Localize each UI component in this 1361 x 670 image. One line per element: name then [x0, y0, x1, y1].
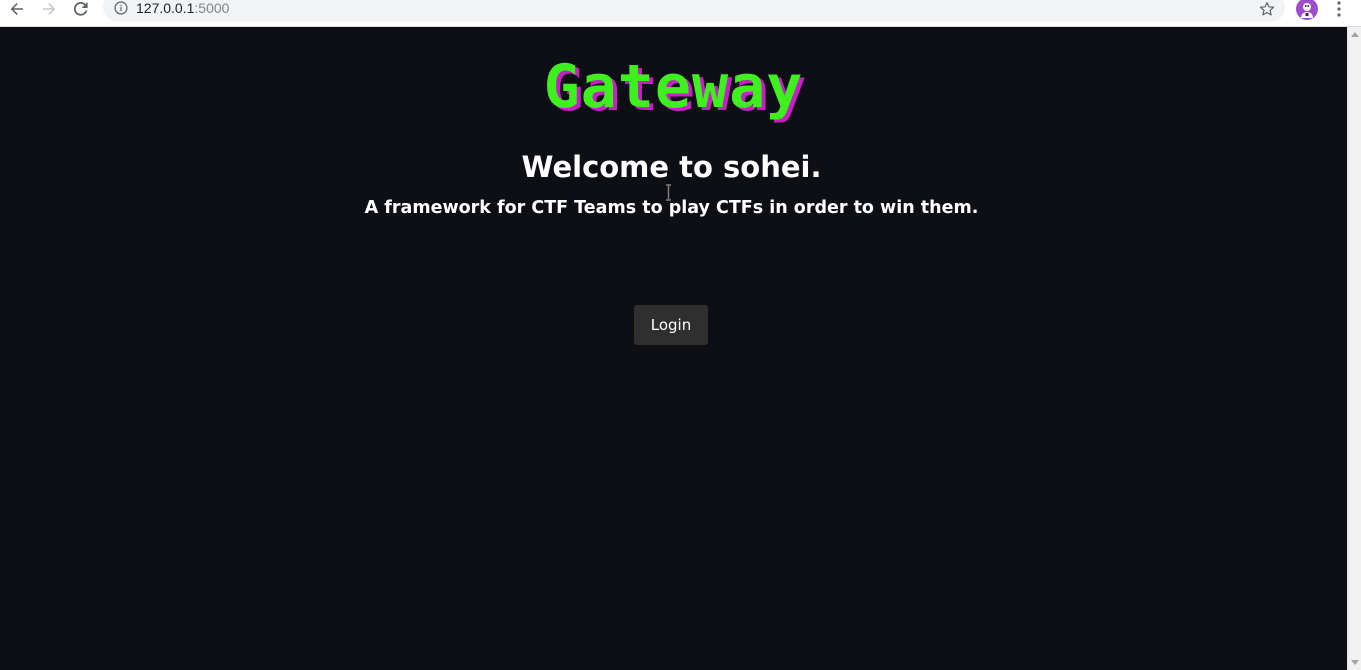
url-port: :5000 — [194, 0, 230, 16]
text-cursor-icon — [666, 184, 671, 201]
scroll-up-arrow-icon[interactable] — [1351, 32, 1359, 37]
browser-toolbar: 127.0.0.1:5000 — [0, 0, 1361, 27]
star-icon[interactable] — [1258, 0, 1276, 18]
info-icon[interactable] — [114, 1, 128, 15]
login-button[interactable]: Login — [634, 305, 708, 345]
back-arrow-icon[interactable] — [6, 0, 28, 18]
profile-avatar[interactable] — [1296, 0, 1318, 20]
kebab-menu-icon[interactable] — [1331, 0, 1347, 18]
reload-icon[interactable] — [70, 0, 92, 18]
url-host: 127.0.0.1 — [136, 0, 195, 16]
url-text[interactable]: 127.0.0.1:5000 — [136, 0, 229, 16]
welcome-heading: Welcome to sohei. — [521, 150, 822, 184]
vertical-scrollbar[interactable] — [1347, 27, 1361, 670]
address-bar[interactable]: 127.0.0.1:5000 — [103, 0, 1285, 22]
gateway-logo: Gateway — [543, 52, 804, 122]
scroll-down-arrow-icon[interactable] — [1351, 660, 1359, 665]
page-body: Gateway Welcome to sohei. A framework fo… — [0, 27, 1347, 670]
forward-arrow-icon[interactable] — [38, 0, 60, 18]
